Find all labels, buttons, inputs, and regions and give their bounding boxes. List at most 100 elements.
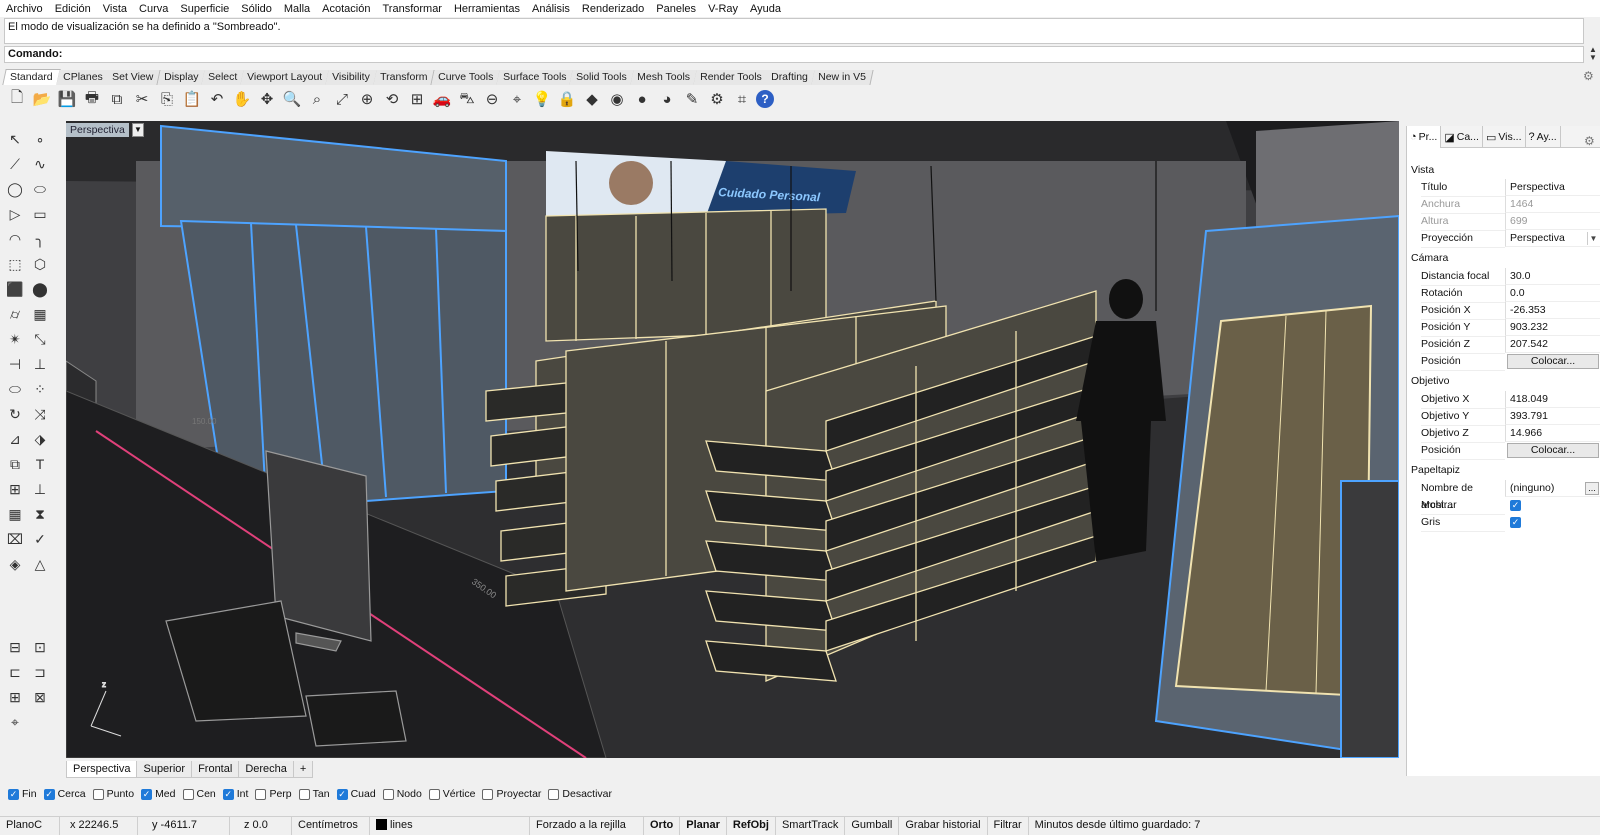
osnap-checkbox[interactable] [428,788,440,800]
chevron-down-icon[interactable]: ▼ [1587,232,1599,245]
record-history-toggle[interactable]: Grabar historial [899,816,988,835]
align-icon[interactable]: ⊥ [29,353,51,375]
menu-item[interactable]: V-Ray [708,3,738,15]
property-value-field[interactable]: 393.791 [1505,408,1600,425]
toolbar-tab[interactable]: Surface Tools [496,70,574,85]
light-icon[interactable]: △ [29,553,51,575]
box-icon[interactable]: ⬛ [4,278,26,300]
zoom-selected-icon[interactable]: ⊕ [356,88,378,110]
rotate-tool-icon[interactable]: ↻ [4,403,26,425]
maximize-icon[interactable]: ⊞ [4,686,26,708]
curve-icon[interactable]: ∿ [29,153,51,175]
viewport-layout-2-icon[interactable]: ⊡ [29,636,51,658]
property-value-field[interactable]: Perspectiva ▼ [1505,230,1600,247]
open-folder-icon[interactable]: 📂 [31,88,53,110]
paint-icon[interactable]: ✎ [681,88,703,110]
text-icon[interactable]: T [29,453,51,475]
gumball-toggle[interactable]: Gumball [845,816,900,835]
cut-icon[interactable]: ✂ [131,88,153,110]
menu-item[interactable]: Sólido [241,3,272,15]
panel-settings-gear-icon[interactable]: ⚙ [1584,134,1595,148]
menu-item[interactable]: Acotación [322,3,370,15]
status-cplane[interactable]: PlanoC [0,816,60,835]
toolbar-tab[interactable]: Standard [2,69,61,85]
pan-icon[interactable]: ✋ [231,88,253,110]
menu-item[interactable]: Vista [103,3,127,15]
target-icon[interactable]: ⌖ [4,711,26,733]
color-wheel-icon[interactable]: ◉ [606,88,628,110]
toolbar-tab[interactable]: Viewport Layout [240,70,330,85]
osnap-checkbox[interactable] [382,788,394,800]
menu-item[interactable]: Superficie [180,3,229,15]
browse-button[interactable]: ... [1585,482,1599,495]
measure-icon[interactable]: ⊥ [29,478,51,500]
gear-settings-icon[interactable]: ⚙ [706,88,728,110]
polyline-icon[interactable]: ⟋ [4,153,26,175]
menu-item[interactable]: Archivo [6,3,43,15]
property-value-field[interactable]: 30.0 [1505,268,1600,285]
property-value-field[interactable]: 207.542 [1505,336,1600,353]
grid-snap-toggle[interactable]: Forzado a la rejilla [530,816,644,835]
viewport-tab[interactable]: Derecha [238,761,294,778]
osnap-checkbox[interactable]: ✓ [222,788,234,800]
property-value-field[interactable]: 0.0 [1505,285,1600,302]
trim-icon[interactable]: ⤡ [29,328,51,350]
osnap-option[interactable]: ✓ Cerca [43,788,86,800]
osnap-option[interactable]: ✓ Int [222,788,248,800]
toolbar-tab[interactable]: Set View [105,70,162,85]
panel-tab[interactable]: ◪ Ca... [1441,126,1483,148]
osnap-toggle[interactable]: RefObj [727,816,776,835]
osnap-checkbox[interactable] [482,788,494,800]
osnap-checkbox[interactable] [255,788,267,800]
panel-tab[interactable]: ▭ Vis... [1483,126,1526,148]
toolbar-tab[interactable]: Select [201,70,245,85]
layers-icon[interactable]: ◆ [581,88,603,110]
sphere-solid-icon[interactable]: ⬤ [29,278,51,300]
save-icon[interactable]: 💾 [56,88,78,110]
status-units[interactable]: Centímetros [292,816,370,835]
osnap-checkbox[interactable]: ✓ [43,788,55,800]
command-scroll-arrows[interactable]: ▲ ▼ [1588,46,1598,63]
osnap-option[interactable]: Vértice [428,788,475,800]
checkmark-icon[interactable]: ✓ [29,528,51,550]
toolbar-settings-gear-icon[interactable]: ⚙ [1583,69,1597,83]
panel-tab[interactable]: ? Ay... [1526,126,1561,148]
menu-item[interactable]: Curva [139,3,168,15]
osnap-checkbox[interactable] [92,788,104,800]
bulb-icon[interactable]: 💡 [531,88,553,110]
array-icon[interactable]: ⊞ [4,478,26,500]
grid-array-icon[interactable]: ▦ [4,503,26,525]
sphere-icon[interactable]: ● [631,88,653,110]
new-file-icon[interactable]: 🗋 [6,88,28,110]
object-snap-icon[interactable]: ⌖ [506,88,528,110]
checkbox-mostrar[interactable]: ✓ [1510,500,1521,511]
toolbar-tab[interactable]: Display [156,70,206,85]
filter-toggle[interactable]: Filtrar [988,816,1029,835]
osnap-option[interactable]: Punto [92,788,134,800]
osnap-option[interactable]: Proyectar [482,788,541,800]
status-layer[interactable]: lines [370,816,530,835]
print-icon[interactable]: 🖶 [81,88,103,110]
menu-item[interactable]: Paneles [656,3,696,15]
wireframe-car-icon[interactable]: ⛍ [456,88,478,110]
check-icon[interactable]: ⌧ [4,528,26,550]
property-value-field[interactable]: Perspectiva [1505,179,1600,196]
boolean-icon[interactable]: ⬭ [4,378,26,400]
property-value-field[interactable]: 903.232 [1505,319,1600,336]
checkbox-gris[interactable]: ✓ [1510,517,1521,528]
menu-item[interactable]: Herramientas [454,3,520,15]
smarttrack-toggle[interactable]: SmartTrack [776,816,846,835]
zoom-window-icon[interactable]: ⌕ [306,88,328,110]
viewport-title[interactable]: Perspectiva [66,123,129,137]
circle-icon[interactable]: ◯ [4,178,26,200]
paste-icon[interactable]: 📋 [181,88,203,110]
osnap-option[interactable]: Perp [255,788,292,800]
grid-snap-icon[interactable]: ⌗ [731,88,753,110]
help-icon[interactable]: ? [756,90,774,108]
viewport-menu-chevron-down-icon[interactable]: ▼ [132,123,144,137]
copy-icon[interactable]: ⎘ [156,88,178,110]
history-icon[interactable]: ⧗ [29,503,51,525]
toolbar-tab[interactable]: Visibility [325,70,378,85]
polygon-icon[interactable]: ▷ [4,203,26,225]
explode-icon[interactable]: ✴ [4,328,26,350]
